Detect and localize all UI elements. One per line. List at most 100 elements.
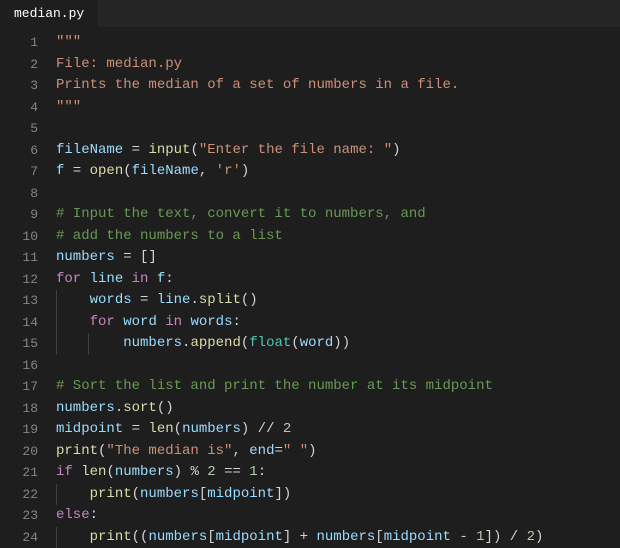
line-number: 22 [0, 484, 56, 506]
tab-median[interactable]: median.py [0, 0, 99, 27]
token-op: [ [199, 486, 207, 502]
token-var: end [249, 443, 274, 459]
code-line[interactable]: print("The median is", end=" ") [56, 441, 620, 463]
code-line[interactable]: numbers.append(float(word)) [56, 333, 620, 355]
token-kw: else [56, 507, 90, 523]
token-var: numbers [56, 400, 115, 416]
token-op: - [451, 529, 476, 545]
code-line[interactable]: fileName = input("Enter the file name: "… [56, 140, 620, 162]
token-var: line [90, 271, 124, 287]
token-str: " " [283, 443, 308, 459]
token-op: : [90, 507, 98, 523]
line-number: 13 [0, 290, 56, 312]
token-fn: print [90, 529, 132, 545]
line-number: 3 [0, 75, 56, 97]
tab-filename: median.py [14, 6, 84, 21]
token-op [148, 271, 156, 287]
code-area[interactable]: """File: median.pyPrints the median of a… [56, 28, 620, 548]
code-line[interactable]: print(numbers[midpoint]) [56, 484, 620, 506]
code-line[interactable] [56, 183, 620, 205]
token-var: word [123, 314, 157, 330]
token-fn: print [56, 443, 98, 459]
code-line[interactable]: # Input the text, convert it to numbers,… [56, 204, 620, 226]
token-op [56, 529, 90, 545]
token-kw: for [90, 314, 115, 330]
code-line[interactable]: """ [56, 97, 620, 119]
token-op: (( [132, 529, 149, 545]
token-op: ) [535, 529, 543, 545]
token-kw: in [165, 314, 182, 330]
line-number: 20 [0, 441, 56, 463]
token-fn: print [90, 486, 132, 502]
code-line[interactable]: for word in words: [56, 312, 620, 334]
token-op: ) // [241, 421, 283, 437]
token-op [56, 486, 90, 502]
code-line[interactable]: # add the numbers to a list [56, 226, 620, 248]
token-com: # add the numbers to a list [56, 228, 283, 244]
token-op: ) [392, 142, 400, 158]
code-line[interactable]: f = open(fileName, 'r') [56, 161, 620, 183]
token-str: 'r' [216, 163, 241, 179]
code-line[interactable]: else: [56, 505, 620, 527]
code-line[interactable]: """ [56, 32, 620, 54]
token-op: = [123, 142, 148, 158]
line-number: 8 [0, 183, 56, 205]
token-fn: input [148, 142, 190, 158]
line-number: 11 [0, 247, 56, 269]
code-line[interactable]: # Sort the list and print the number at … [56, 376, 620, 398]
code-line[interactable]: if len(numbers) % 2 == 1: [56, 462, 620, 484]
code-line[interactable]: numbers.sort() [56, 398, 620, 420]
code-line[interactable]: numbers = [] [56, 247, 620, 269]
line-number: 24 [0, 527, 56, 548]
token-var: numbers [115, 464, 174, 480]
token-op [56, 292, 90, 308]
token-var: words [190, 314, 232, 330]
token-op: () [241, 292, 258, 308]
code-line[interactable]: print((numbers[midpoint] + numbers[midpo… [56, 527, 620, 548]
token-op: ( [174, 421, 182, 437]
token-op: : [232, 314, 240, 330]
token-num: 1 [476, 529, 484, 545]
token-op: . [190, 292, 198, 308]
code-line[interactable] [56, 355, 620, 377]
line-number: 19 [0, 419, 56, 441]
line-number: 18 [0, 398, 56, 420]
line-number: 16 [0, 355, 56, 377]
token-op: [ [207, 529, 215, 545]
code-line[interactable]: words = line.split() [56, 290, 620, 312]
token-op: [ [375, 529, 383, 545]
line-number: 12 [0, 269, 56, 291]
code-line[interactable]: File: median.py [56, 54, 620, 76]
token-op [56, 314, 90, 330]
line-number: 21 [0, 462, 56, 484]
code-line[interactable]: for line in f: [56, 269, 620, 291]
token-op: ( [106, 464, 114, 480]
code-line[interactable] [56, 118, 620, 140]
code-line[interactable]: midpoint = len(numbers) // 2 [56, 419, 620, 441]
token-fn: sort [123, 400, 157, 416]
token-str: "The median is" [106, 443, 232, 459]
indent-guide [56, 484, 57, 506]
line-number: 9 [0, 204, 56, 226]
editor-pane: 123456789101112131415161718192021222324 … [0, 28, 620, 548]
token-fn: len [148, 421, 173, 437]
line-number: 5 [0, 118, 56, 140]
line-number: 10 [0, 226, 56, 248]
token-op [123, 271, 131, 287]
token-op: ]) [274, 486, 291, 502]
tab-bar: median.py [0, 0, 620, 28]
line-number: 6 [0, 140, 56, 162]
indent-guide [56, 333, 57, 355]
token-fn: append [190, 335, 240, 351]
token-var: line [157, 292, 191, 308]
line-number: 7 [0, 161, 56, 183]
line-number: 15 [0, 333, 56, 355]
token-op: = [132, 292, 157, 308]
token-op: ( [132, 486, 140, 502]
token-op: ( [190, 142, 198, 158]
token-op [56, 335, 123, 351]
line-number: 23 [0, 505, 56, 527]
indent-guide [56, 527, 57, 548]
token-op: , [232, 443, 249, 459]
code-line[interactable]: Prints the median of a set of numbers in… [56, 75, 620, 97]
